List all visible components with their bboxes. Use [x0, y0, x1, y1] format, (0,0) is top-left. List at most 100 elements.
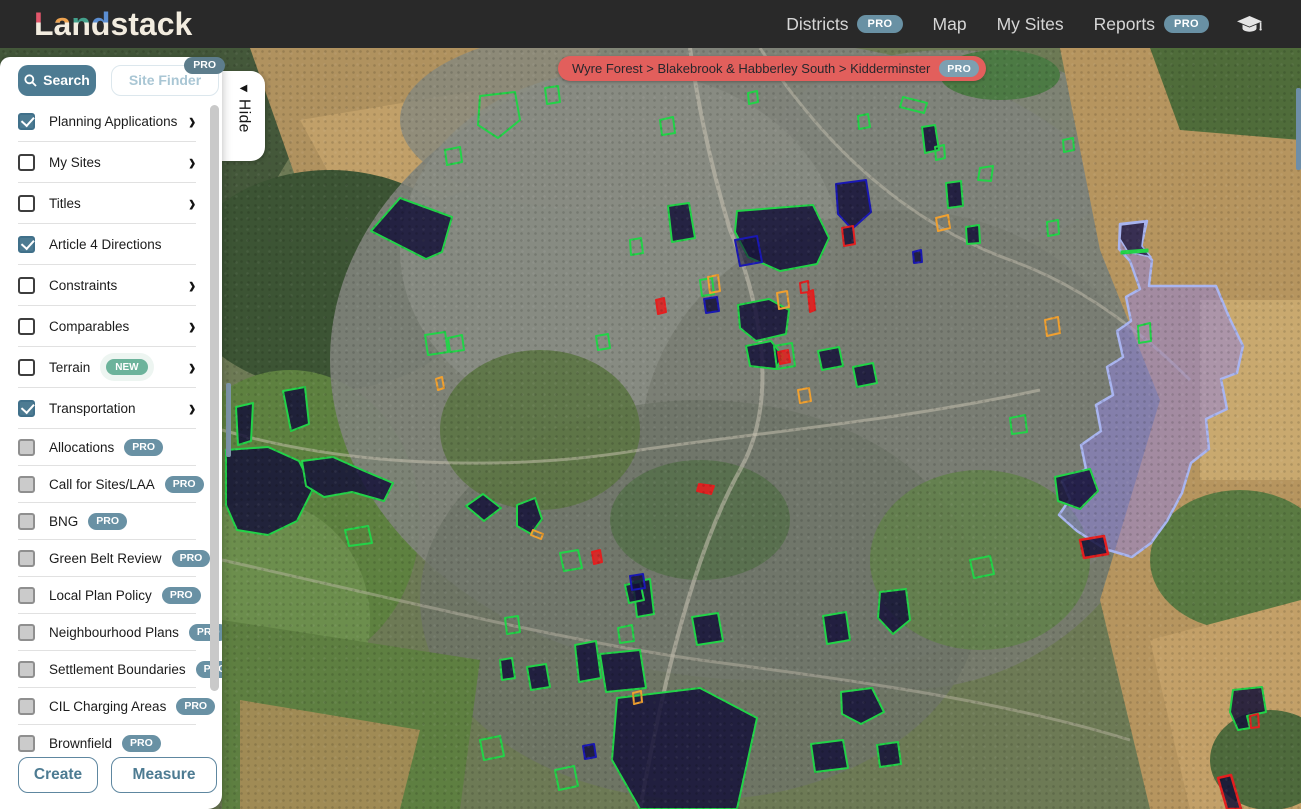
map-polygon-red[interactable]: [656, 298, 666, 314]
map-polygon-green[interactable]: [692, 613, 723, 645]
map-polygon-blue[interactable]: [630, 574, 645, 590]
layer-row-brownfield[interactable]: Brownfield PRO: [18, 725, 196, 753]
layer-label: Titles: [49, 196, 81, 211]
chevron-right-icon[interactable]: ›: [188, 112, 195, 131]
layer-label: CIL Charging Areas: [49, 699, 166, 714]
layer-checkbox[interactable]: [18, 698, 35, 715]
map-polygon-green[interactable]: [500, 658, 515, 680]
nav-pro-badge: PRO: [1164, 15, 1209, 33]
layer-row-terrain[interactable]: Terrain NEW ›: [18, 347, 196, 388]
layer-checkbox[interactable]: [18, 359, 35, 376]
map-polygon-red[interactable]: [592, 550, 602, 564]
breadcrumb[interactable]: Wyre Forest > Blakebrook & Habberley Sou…: [558, 56, 986, 81]
nav-item-label: Districts: [786, 14, 848, 35]
layer-checkbox[interactable]: [18, 113, 35, 130]
top-navbar: Landstack Districts PRO Map My Sites Rep…: [0, 0, 1301, 48]
layer-row-allocations[interactable]: Allocations PRO: [18, 429, 196, 466]
layer-checkbox[interactable]: [18, 513, 35, 530]
hide-panel-tab[interactable]: ◀ Hide: [222, 71, 265, 161]
app-logo[interactable]: Landstack: [34, 8, 192, 40]
layer-row-call-for-sites-laa[interactable]: Call for Sites/LAA PRO: [18, 466, 196, 503]
map-polygon-green[interactable]: [922, 125, 939, 153]
map-polygon-green[interactable]: [527, 664, 550, 690]
layer-checkbox[interactable]: [18, 661, 35, 678]
layer-row-bng[interactable]: BNG PRO: [18, 503, 196, 540]
layer-checkbox[interactable]: [18, 550, 35, 567]
map-polygon-green[interactable]: [612, 688, 757, 809]
nav-item-districts[interactable]: Districts PRO: [786, 14, 902, 35]
nav-item-map[interactable]: Map: [933, 14, 967, 35]
map-polygon-green[interactable]: [236, 403, 253, 445]
layer-row-local-plan-policy[interactable]: Local Plan Policy PRO: [18, 577, 196, 614]
layer-checkbox[interactable]: [18, 735, 35, 752]
nav-item-label: Map: [933, 14, 967, 35]
layer-label: My Sites: [49, 155, 101, 170]
create-button[interactable]: Create: [18, 757, 98, 793]
map-polygon-blue[interactable]: [583, 744, 596, 759]
layer-row-planning-applications[interactable]: Planning Applications ›: [18, 101, 196, 142]
measure-button[interactable]: Measure: [111, 757, 217, 793]
layer-row-constraints[interactable]: Constraints ›: [18, 265, 196, 306]
map-polygon-red[interactable]: [1080, 536, 1108, 558]
layer-badge: NEW: [106, 359, 147, 375]
map-scrollbar-left[interactable]: [226, 383, 231, 457]
chevron-right-icon[interactable]: ›: [188, 399, 195, 418]
map-polygon-red[interactable]: [697, 484, 714, 494]
layer-checkbox[interactable]: [18, 400, 35, 417]
layer-badge: PRO: [176, 698, 215, 715]
site-finder-pro-badge: PRO: [184, 57, 225, 74]
layer-label: Transportation: [49, 401, 136, 416]
layer-row-comparables[interactable]: Comparables ›: [18, 306, 196, 347]
layer-checkbox[interactable]: [18, 236, 35, 253]
layer-row-green-belt-review[interactable]: Green Belt Review PRO: [18, 540, 196, 577]
chevron-right-icon[interactable]: ›: [188, 276, 195, 295]
map-polygon-green[interactable]: [575, 641, 601, 682]
map-polygon-blue[interactable]: [704, 297, 719, 313]
map-polygon-green[interactable]: [668, 203, 695, 242]
map-polygon-green[interactable]: [853, 363, 877, 387]
chevron-right-icon[interactable]: ›: [188, 153, 195, 172]
map-polygon-red[interactable]: [842, 226, 855, 246]
map-polygon-red[interactable]: [778, 350, 790, 364]
site-finder-label: Site Finder: [129, 72, 201, 88]
logo-letter: a: [54, 8, 72, 40]
map-polygon-green[interactable]: [811, 740, 848, 772]
layer-checkbox[interactable]: [18, 318, 35, 335]
layer-checkbox[interactable]: [18, 624, 35, 641]
map-polygon-green[interactable]: [877, 742, 901, 767]
layer-checkbox[interactable]: [18, 476, 35, 493]
layer-checkbox[interactable]: [18, 277, 35, 294]
layer-row-cil-charging-areas[interactable]: CIL Charging Areas PRO: [18, 688, 196, 725]
layer-checkbox[interactable]: [18, 195, 35, 212]
map-polygon-green[interactable]: [600, 650, 646, 692]
layer-row-article-4-directions[interactable]: Article 4 Directions: [18, 224, 196, 265]
map-polygon-red[interactable]: [808, 290, 815, 312]
layer-row-settlement-boundaries[interactable]: Settlement Boundaries PRO: [18, 651, 196, 688]
map-polygon-blue[interactable]: [913, 250, 922, 263]
chevron-right-icon[interactable]: ›: [188, 194, 195, 213]
map-polygon-blue[interactable]: [735, 236, 762, 266]
search-button-label: Search: [43, 72, 90, 88]
academy-graduation-cap-icon[interactable]: [1236, 14, 1263, 35]
layer-row-titles[interactable]: Titles ›: [18, 183, 196, 224]
chevron-right-icon[interactable]: ›: [188, 358, 195, 377]
layer-row-transportation[interactable]: Transportation ›: [18, 388, 196, 429]
layer-row-my-sites[interactable]: My Sites ›: [18, 142, 196, 183]
layer-row-neighbourhood-plans[interactable]: Neighbourhood Plans PRO: [18, 614, 196, 651]
map-polygon-green[interactable]: [946, 181, 963, 208]
map-scrollbar-right[interactable]: [1296, 88, 1301, 170]
layer-checkbox[interactable]: [18, 439, 35, 456]
layer-checkbox[interactable]: [18, 587, 35, 604]
layer-label: Comparables: [49, 319, 129, 334]
map-polygon-green[interactable]: [823, 612, 850, 644]
search-icon: [24, 74, 37, 87]
search-button[interactable]: Search: [18, 65, 96, 96]
sidebar-scrollbar-thumb[interactable]: [210, 105, 219, 691]
chevron-right-icon[interactable]: ›: [188, 317, 195, 336]
nav-item-my-sites[interactable]: My Sites: [997, 14, 1064, 35]
layer-checkbox[interactable]: [18, 154, 35, 171]
map-polygon-green[interactable]: [966, 225, 980, 244]
nav-item-reports[interactable]: Reports PRO: [1094, 14, 1209, 35]
layer-badge: PRO: [124, 439, 163, 456]
map-polygon-green[interactable]: [818, 347, 843, 370]
